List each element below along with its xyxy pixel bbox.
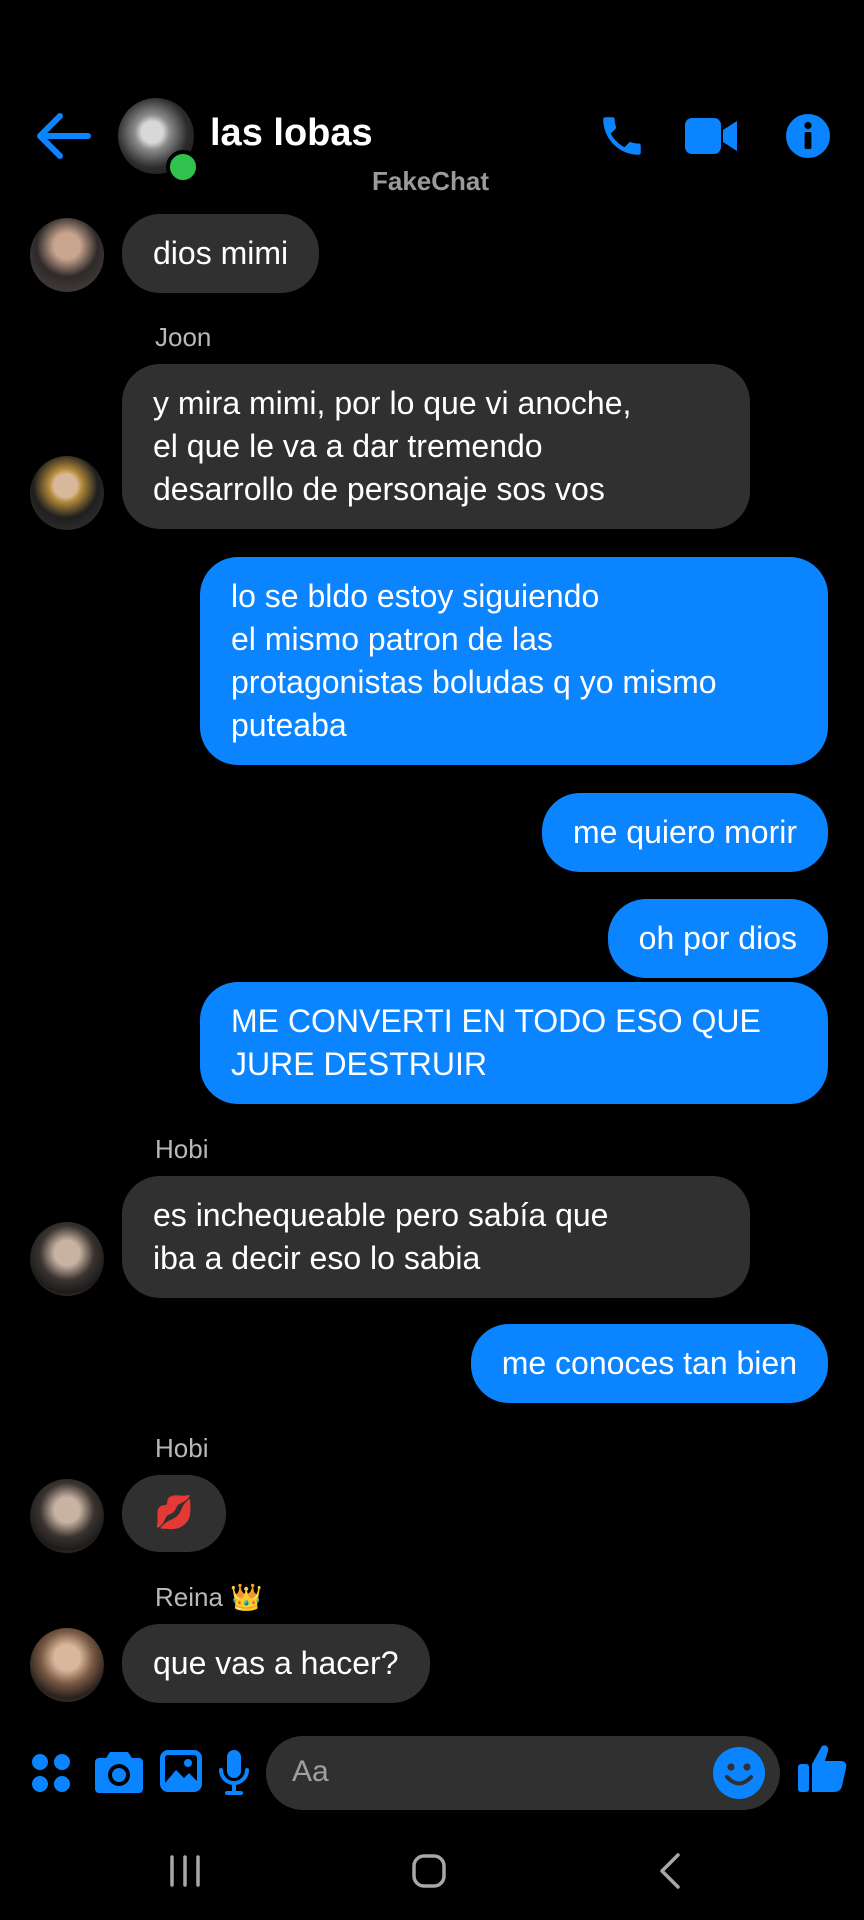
sender-name: Joon [155, 322, 212, 352]
apps-icon [32, 1754, 70, 1792]
gallery-button[interactable] [158, 1748, 204, 1794]
sender-avatar[interactable] [30, 456, 104, 530]
apps-button[interactable] [30, 1752, 72, 1794]
emoji-icon [713, 1747, 765, 1799]
sender-name: Reina 👑 [155, 1582, 263, 1612]
camera-button[interactable] [94, 1748, 144, 1794]
message-bubble-outgoing[interactable]: lo se bldo estoy siguiendo el mismo patr… [200, 557, 828, 765]
recent-apps-button[interactable] [160, 1846, 210, 1896]
home-button[interactable] [406, 1846, 452, 1896]
call-button[interactable] [596, 106, 648, 166]
camera-icon [95, 1752, 143, 1793]
back-button[interactable] [36, 110, 92, 162]
back-arrow-icon [37, 113, 91, 159]
message-bubble-outgoing[interactable]: oh por dios [607, 899, 828, 978]
message-bubble-outgoing[interactable]: me conoces tan bien [470, 1324, 828, 1403]
sender-avatar[interactable] [30, 1628, 104, 1702]
phone-icon [603, 117, 641, 155]
message-bubble-outgoing[interactable]: me quiero morir [541, 793, 828, 872]
microphone-icon [219, 1750, 249, 1795]
online-status-dot [166, 150, 200, 184]
message-bubble-incoming[interactable]: es inchequeable pero sabía que iba a dec… [122, 1176, 750, 1298]
thumbs-up-icon [798, 1745, 847, 1792]
sender-name: Hobi [155, 1134, 209, 1164]
video-call-button[interactable] [682, 106, 740, 166]
info-button[interactable] [784, 106, 832, 166]
recent-apps-icon [170, 1855, 200, 1887]
sender-avatar[interactable] [30, 1222, 104, 1296]
chat-title[interactable]: las lobas [210, 112, 373, 155]
message-bubble-incoming[interactable]: que vas a hacer? [122, 1624, 430, 1703]
message-input-placeholder: Aa [292, 1755, 329, 1788]
sender-avatar[interactable] [30, 218, 104, 292]
video-camera-icon [685, 118, 737, 154]
gallery-icon [160, 1750, 202, 1792]
message-bubble-incoming[interactable]: 💋 [122, 1475, 226, 1552]
message-bubble-outgoing[interactable]: ME CONVERTI EN TODO ESO QUE JURE DESTRUI… [200, 982, 828, 1104]
sender-avatar[interactable] [30, 1479, 104, 1553]
system-back-button[interactable] [652, 1846, 688, 1896]
info-icon [786, 114, 830, 158]
message-bubble-incoming[interactable]: y mira mimi, por lo que vi anoche, el qu… [122, 364, 750, 529]
microphone-button[interactable] [218, 1748, 250, 1796]
sender-name: Hobi [155, 1433, 209, 1463]
back-icon [660, 1853, 680, 1889]
like-button[interactable] [796, 1742, 848, 1794]
watermark: FakeChat [372, 166, 490, 196]
message-input[interactable] [266, 1736, 780, 1810]
emoji-button[interactable] [712, 1746, 766, 1800]
home-icon [412, 1854, 446, 1888]
message-bubble-incoming[interactable]: dios mimi [122, 214, 320, 293]
